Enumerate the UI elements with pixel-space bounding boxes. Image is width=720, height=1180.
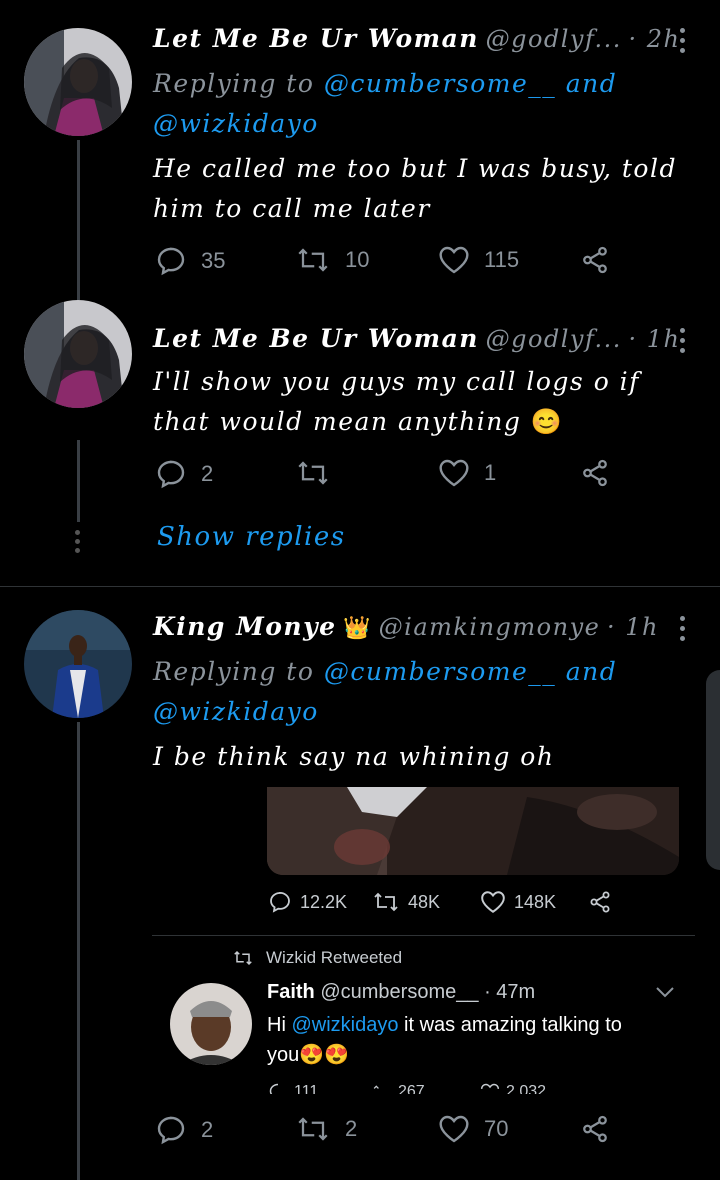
tweet-text: Hi @wizkidayo it was amazing talking to … bbox=[267, 1014, 622, 1066]
author-handle[interactable]: @godlyf... bbox=[486, 25, 622, 53]
retweet-icon bbox=[298, 461, 328, 485]
mention-link[interactable]: @wizkidayo bbox=[153, 109, 319, 138]
tweet-time[interactable]: · 1h bbox=[629, 325, 681, 353]
show-replies-link[interactable]: Show replies bbox=[157, 522, 346, 552]
divider bbox=[0, 586, 720, 587]
author-handle[interactable]: @iamkingmonye bbox=[379, 613, 601, 641]
like-button[interactable]: 1 bbox=[438, 458, 496, 488]
thread-line bbox=[77, 440, 80, 522]
share-button[interactable] bbox=[580, 245, 610, 275]
retweet-count[interactable]: 48K bbox=[372, 890, 440, 914]
retweet-icon bbox=[298, 248, 328, 272]
tweet-text: He called me too but I was busy, told hi… bbox=[153, 154, 677, 223]
tweet-actions: 2 2 70 bbox=[155, 1114, 635, 1154]
reply-icon bbox=[270, 891, 290, 913]
author-handle[interactable]: @godlyf... bbox=[486, 325, 622, 353]
tweet-actions: 35 10 115 bbox=[155, 245, 635, 285]
thread-line bbox=[77, 722, 80, 1180]
embedded-stats-cut: 111 267 2,032 bbox=[268, 1082, 628, 1094]
smile-emoji: 😊 bbox=[530, 407, 564, 436]
mention-link[interactable]: @wizkidayo bbox=[291, 1014, 398, 1036]
reply-button[interactable]: 2 bbox=[155, 458, 213, 490]
more-icon[interactable] bbox=[680, 328, 686, 358]
reply-button[interactable]: 2 bbox=[155, 1114, 213, 1146]
like-button[interactable]: 70 bbox=[438, 1114, 508, 1144]
scroll-handle[interactable] bbox=[706, 670, 720, 870]
avatar[interactable] bbox=[24, 28, 132, 136]
replying-to: Replying to @cumbersome__ and @wizkidayo bbox=[153, 657, 618, 726]
share-button[interactable] bbox=[588, 890, 612, 914]
like-count[interactable]: 148K bbox=[480, 890, 556, 914]
share-icon bbox=[590, 891, 610, 913]
reply-icon bbox=[157, 460, 185, 489]
share-icon bbox=[583, 1115, 607, 1143]
tweet-time[interactable]: · 2h bbox=[629, 25, 681, 53]
avatar[interactable] bbox=[24, 610, 132, 718]
tweet-time[interactable]: · 1h bbox=[607, 613, 659, 641]
retweet-button[interactable]: 10 bbox=[295, 245, 369, 275]
retweeted-by: Wizkid Retweeted bbox=[232, 948, 402, 968]
share-icon bbox=[583, 246, 607, 274]
author-name[interactable]: Faith bbox=[267, 981, 315, 1003]
thread-dots bbox=[75, 530, 82, 553]
replying-to: Replying to @cumbersome__ and @wizkidayo bbox=[153, 69, 618, 138]
tweet-text: I be think say na whining oh bbox=[153, 742, 555, 771]
more-icon[interactable] bbox=[680, 616, 686, 646]
reply-icon bbox=[157, 247, 185, 276]
author-handle[interactable]: @cumbersome__ bbox=[320, 981, 478, 1003]
retweet-icon bbox=[298, 1117, 328, 1141]
chevron-down-icon[interactable] bbox=[654, 984, 676, 1004]
tweet-time[interactable]: · 47m bbox=[484, 981, 535, 1003]
retweet-button[interactable] bbox=[295, 458, 345, 488]
author-name[interactable]: King Monye bbox=[153, 612, 337, 641]
retweet-icon bbox=[234, 950, 252, 966]
thread-line bbox=[77, 140, 80, 300]
mention-link[interactable]: @cumbersome__ bbox=[324, 69, 556, 98]
share-button[interactable] bbox=[580, 458, 610, 488]
reply-button[interactable]: 35 bbox=[155, 245, 225, 277]
author-name[interactable]: Let Me Be Ur Woman bbox=[153, 24, 479, 53]
tweet-text: I'll show you guys my call logs o if tha… bbox=[153, 367, 640, 436]
heart-icon bbox=[439, 1115, 469, 1143]
more-icon[interactable] bbox=[680, 28, 686, 58]
retweet-button[interactable]: 2 bbox=[295, 1114, 357, 1144]
share-icon bbox=[583, 459, 607, 487]
divider bbox=[152, 935, 695, 936]
heart-icon bbox=[481, 891, 505, 913]
crown-badge: 👑 bbox=[343, 616, 373, 641]
reply-count[interactable]: 12.2K bbox=[268, 890, 347, 914]
reply-icon bbox=[157, 1116, 185, 1145]
author-name[interactable]: Let Me Be Ur Woman bbox=[153, 324, 479, 353]
heart-eyes-emoji: 😍😍 bbox=[299, 1044, 350, 1066]
share-button[interactable] bbox=[580, 1114, 610, 1144]
heart-icon bbox=[439, 459, 469, 487]
tweet-actions: 2 1 bbox=[155, 458, 635, 498]
avatar[interactable] bbox=[24, 300, 132, 408]
embedded-stats: 12.2K 48K 148K bbox=[268, 890, 628, 922]
mention-link[interactable]: @cumbersome__ bbox=[324, 657, 556, 686]
avatar[interactable] bbox=[170, 983, 252, 1065]
like-button[interactable]: 115 bbox=[438, 245, 519, 275]
retweet-icon bbox=[374, 892, 398, 912]
mention-link[interactable]: @wizkidayo bbox=[153, 697, 319, 726]
media-image[interactable] bbox=[267, 787, 679, 875]
heart-icon bbox=[439, 246, 469, 274]
